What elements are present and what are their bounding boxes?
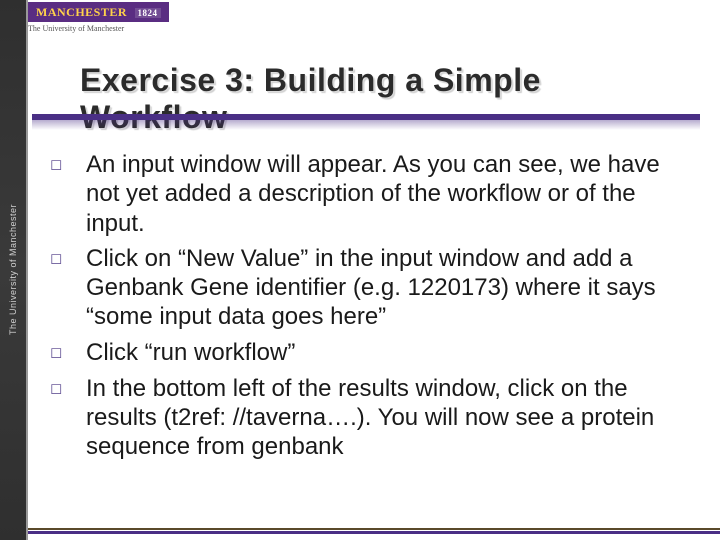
brand-year: 1824 <box>135 8 161 18</box>
bullet-icon: ◻ <box>44 338 86 368</box>
list-item: ◻ An input window will appear. As you ca… <box>44 150 690 238</box>
footer-band-purple <box>28 531 720 534</box>
bullet-icon: ◻ <box>44 374 86 404</box>
brand-badge: MANCHESTER 1824 <box>28 2 169 22</box>
sidebar-strip: The University of Manchester <box>0 0 28 540</box>
footer-band-gold <box>28 528 720 530</box>
footer-bands <box>0 528 720 534</box>
slide: The University of Manchester MANCHESTER … <box>0 0 720 540</box>
list-item: ◻ Click on “New Value” in the input wind… <box>44 244 690 332</box>
bullet-text: Click “run workflow” <box>86 338 690 367</box>
bullet-list: ◻ An input window will appear. As you ca… <box>44 150 690 467</box>
brand-name: MANCHESTER <box>36 5 127 19</box>
list-item: ◻ In the bottom left of the results wind… <box>44 374 690 462</box>
brand-logo: MANCHESTER 1824 The University of Manche… <box>28 2 169 33</box>
bullet-icon: ◻ <box>44 244 86 274</box>
title-underline <box>32 114 700 120</box>
bullet-text: An input window will appear. As you can … <box>86 150 690 238</box>
bullet-text: Click on “New Value” in the input window… <box>86 244 690 332</box>
bullet-icon: ◻ <box>44 150 86 180</box>
brand-subtitle: The University of Manchester <box>28 24 169 33</box>
bullet-text: In the bottom left of the results window… <box>86 374 690 462</box>
sidebar-text: The University of Manchester <box>8 204 18 335</box>
list-item: ◻ Click “run workflow” <box>44 338 690 368</box>
